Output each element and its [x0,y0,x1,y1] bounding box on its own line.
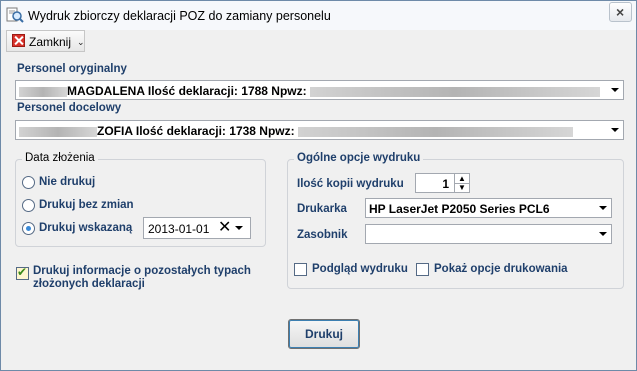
personel-docelowy-label: Personel docelowy [17,102,122,114]
personel-oryginalny-label: Personel oryginalny [17,63,127,75]
redacted-name [19,86,67,97]
copies-stepper[interactable]: 1 ▲ ▼ [415,173,470,193]
printer-label: Drukarka [297,203,347,215]
close-x-icon [12,34,25,47]
redacted-npwz [297,126,573,137]
close-toolbar-label: Zamknij [29,35,72,49]
close-toolbar-button[interactable]: Zamknij ⌄ [6,30,85,52]
data-zlozenia-title: Data złożenia [22,152,98,164]
radio-label-nie-drukuj: Nie drukuj [39,176,96,188]
printer-select[interactable]: HP LaserJet P2050 Series PCL6 [365,198,612,218]
personel-docelowy-value: ZOFIA Ilość deklaracji: 1738 Npwz: [97,124,295,138]
radio-label-drukuj-wskazana: Drukuj wskazaną [39,222,133,234]
radio-drukuj-wskazana[interactable] [22,222,35,235]
window-title: Wydruk zbiorczy deklaracji POZ do zamian… [28,9,331,23]
info-checkbox[interactable] [16,265,29,280]
title-bar: Wydruk zbiorczy deklaracji POZ do zamian… [1,1,636,31]
radio-nie-drukuj[interactable] [22,176,35,189]
radio-drukuj-bez-zmian[interactable] [22,199,35,212]
redacted-npwz [309,86,600,97]
show-options-label: Pokaż opcje drukowania [434,263,568,275]
window-close-button[interactable]: × [609,2,632,22]
redacted-name [19,126,97,137]
info-checkbox-label-2: złożonych deklaracji [33,278,145,290]
close-icon: × [616,4,625,20]
chevron-down-icon[interactable]: ⌄ [77,37,85,48]
print-button[interactable]: Drukuj [288,319,360,349]
chevron-down-icon[interactable] [235,226,243,230]
clear-date-icon[interactable]: ✕ [218,218,231,238]
chevron-down-icon[interactable] [594,225,611,243]
stepper-down-icon[interactable]: ▼ [454,183,469,192]
opcje-wydruku-title: Ogólne opcje wydruku [294,152,424,164]
info-checkbox-label-1: Drukuj informacje o pozostałych typach [33,265,251,277]
magnifier-document-icon [6,7,24,23]
tray-label: Zasobnik [297,229,348,241]
copies-label: Ilość kopii wydruku [297,178,404,190]
preview-checkbox[interactable] [294,263,307,276]
radio-label-drukuj-bez-zmian: Drukuj bez zmian [39,199,134,211]
printer-value: HP LaserJet P2050 Series PCL6 [369,202,550,216]
chevron-down-icon[interactable] [606,81,623,99]
chevron-down-icon[interactable] [606,121,623,139]
print-dialog-window: Wydruk zbiorczy deklaracji POZ do zamian… [0,0,637,371]
tray-select[interactable] [365,224,612,244]
date-value: 2013-01-01 [148,222,210,236]
personel-oryginalny-select[interactable]: MAGDALENA Ilość deklaracji: 1788 Npwz: [15,80,624,100]
show-options-checkbox[interactable] [416,263,429,276]
copies-value: 1 [442,177,449,191]
preview-label: Podgląd wydruku [312,263,408,275]
date-picker[interactable]: 2013-01-01 ✕ [143,217,251,239]
toolbar: Zamknij ⌄ [1,30,636,52]
personel-docelowy-select[interactable]: ZOFIA Ilość deklaracji: 1738 Npwz: [15,120,624,140]
chevron-down-icon[interactable] [594,199,611,217]
personel-oryginalny-value: MAGDALENA Ilość deklaracji: 1788 Npwz: [67,84,307,98]
